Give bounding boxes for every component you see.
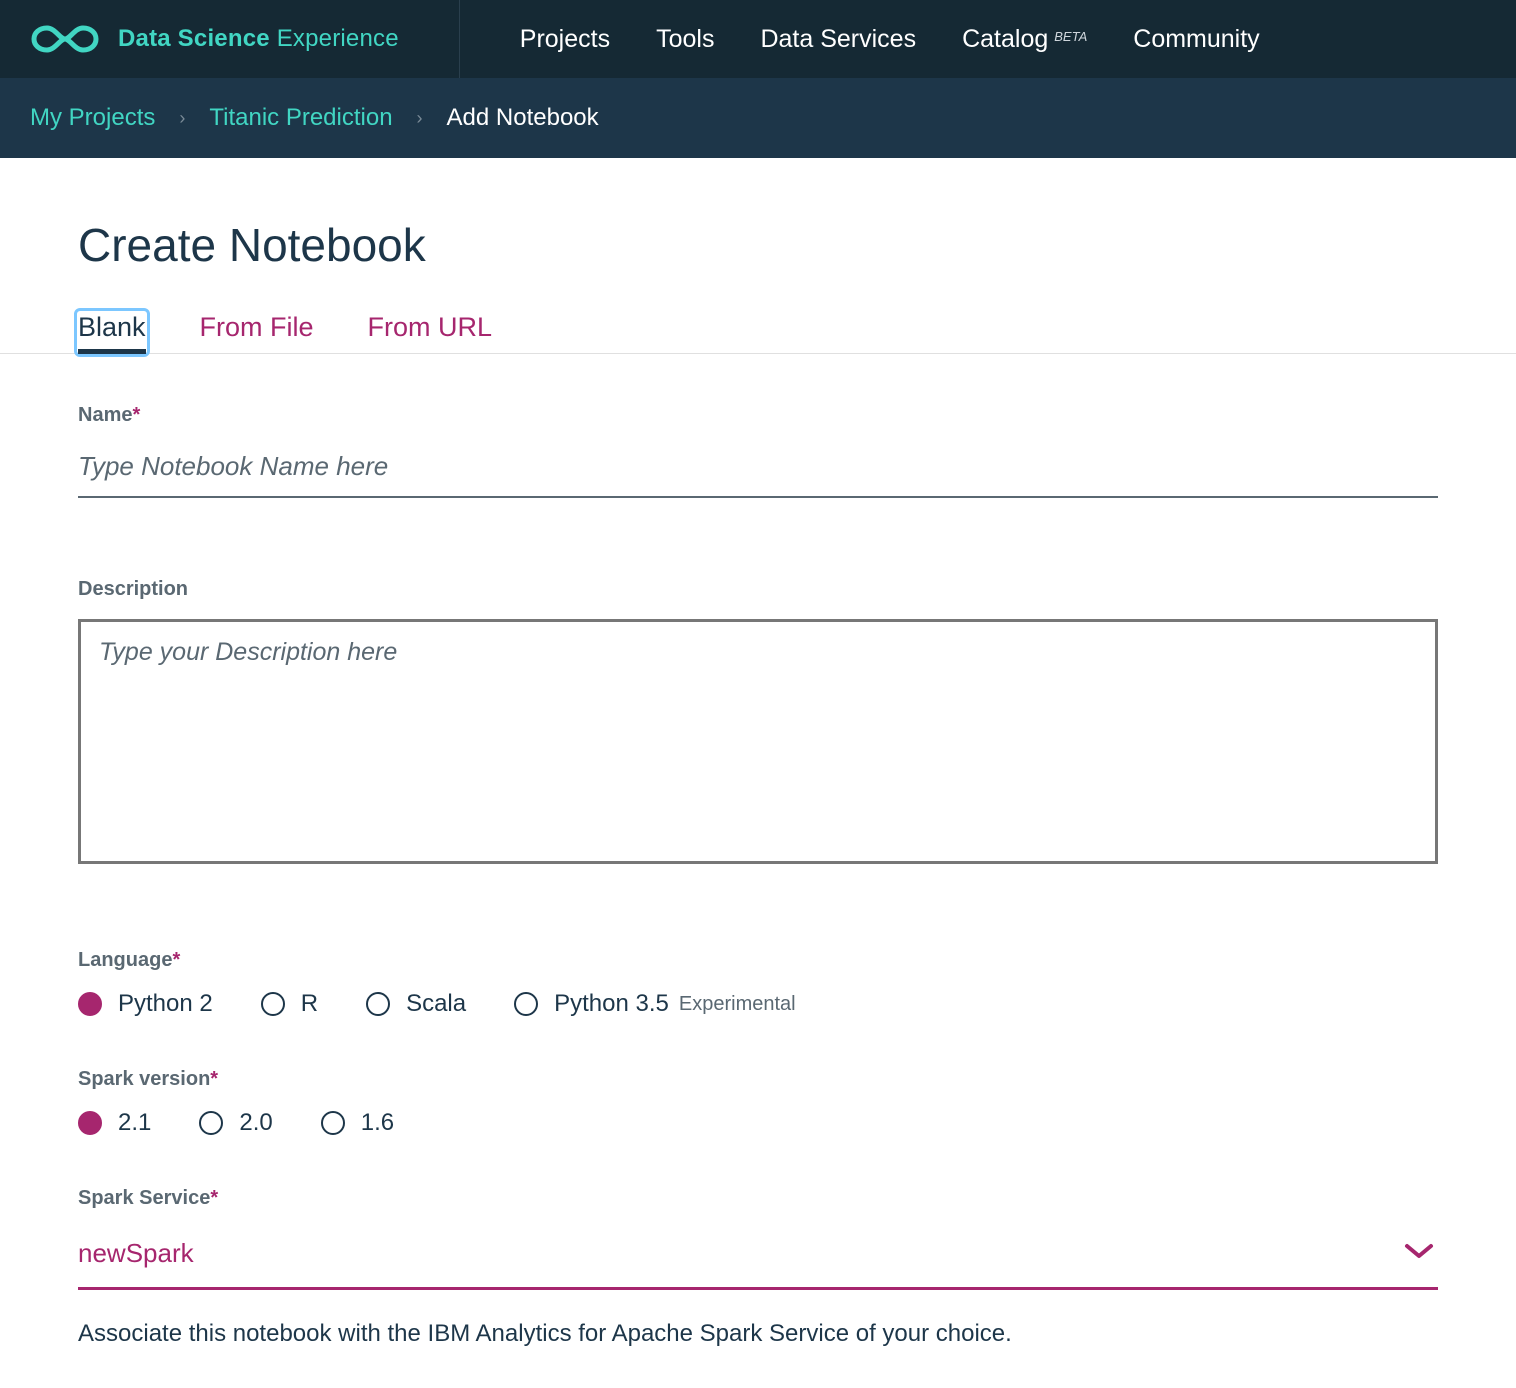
nav-label: Data Services bbox=[760, 25, 916, 54]
crumb-titanic-prediction[interactable]: Titanic Prediction bbox=[209, 104, 392, 132]
radio-icon bbox=[78, 1111, 102, 1135]
tab-from-url[interactable]: From URL bbox=[368, 312, 493, 353]
select-value: newSpark bbox=[78, 1238, 194, 1269]
radio-label: 2.0 bbox=[239, 1109, 272, 1137]
description-label: Description bbox=[78, 578, 1438, 601]
language-field-block: Language* Python 2 R Scala Python 3.5 bbox=[78, 949, 1438, 1018]
radio-label: Python 2 bbox=[118, 990, 213, 1018]
nav-label: Tools bbox=[656, 25, 714, 54]
spark-version-field-block: Spark version* 2.1 2.0 1.6 bbox=[78, 1068, 1438, 1137]
nav-label: Catalog bbox=[962, 25, 1048, 54]
radio-python35[interactable]: Python 3.5 Experimental bbox=[514, 990, 795, 1018]
label-text: Language bbox=[78, 949, 172, 971]
language-radio-group: Python 2 R Scala Python 3.5 Experimental bbox=[78, 990, 1438, 1018]
radio-spark-20[interactable]: 2.0 bbox=[199, 1109, 272, 1137]
spark-version-label: Spark version* bbox=[78, 1068, 1438, 1091]
breadcrumb: My Projects › Titanic Prediction › Add N… bbox=[0, 78, 1516, 158]
radio-icon bbox=[199, 1111, 223, 1135]
brand-light: Experience bbox=[270, 25, 399, 52]
crumb-my-projects[interactable]: My Projects bbox=[30, 104, 155, 132]
required-mark: * bbox=[210, 1068, 218, 1090]
infinity-logo-icon bbox=[30, 22, 100, 56]
description-textarea[interactable] bbox=[78, 619, 1438, 864]
nav-label: Community bbox=[1133, 25, 1259, 54]
radio-label: 2.1 bbox=[118, 1109, 151, 1137]
language-label: Language* bbox=[78, 949, 1438, 972]
create-tabs: Blank From File From URL bbox=[0, 312, 1516, 354]
chevron-down-icon bbox=[1404, 1242, 1434, 1265]
radio-icon bbox=[261, 992, 285, 1016]
nav-community[interactable]: Community bbox=[1133, 25, 1259, 54]
tab-from-file[interactable]: From File bbox=[200, 312, 314, 353]
name-label: Name* bbox=[78, 404, 1438, 427]
crumb-add-notebook: Add Notebook bbox=[447, 104, 599, 132]
experimental-badge: Experimental bbox=[679, 993, 796, 1016]
nav-projects[interactable]: Projects bbox=[520, 25, 610, 54]
chevron-right-icon: › bbox=[179, 108, 185, 129]
name-input[interactable] bbox=[78, 445, 1438, 498]
radio-label: 1.6 bbox=[361, 1109, 394, 1137]
primary-nav: Projects Tools Data Services Catalog BET… bbox=[520, 25, 1260, 54]
radio-spark-21[interactable]: 2.1 bbox=[78, 1109, 151, 1137]
radio-label: Scala bbox=[406, 990, 466, 1018]
brand-bold: Data Science bbox=[118, 25, 270, 52]
radio-r[interactable]: R bbox=[261, 990, 318, 1018]
required-mark: * bbox=[172, 949, 180, 971]
radio-label: R bbox=[301, 990, 318, 1018]
spark-version-radio-group: 2.1 2.0 1.6 bbox=[78, 1109, 1438, 1137]
radio-scala[interactable]: Scala bbox=[366, 990, 466, 1018]
spark-service-helper: Associate this notebook with the IBM Ana… bbox=[78, 1320, 1438, 1348]
brand-area: Data Science Experience bbox=[30, 0, 460, 78]
beta-badge: BETA bbox=[1054, 29, 1087, 44]
radio-icon bbox=[514, 992, 538, 1016]
radio-spark-16[interactable]: 1.6 bbox=[321, 1109, 394, 1137]
radio-icon bbox=[366, 992, 390, 1016]
spark-service-select[interactable]: newSpark bbox=[78, 1228, 1438, 1290]
nav-data-services[interactable]: Data Services bbox=[760, 25, 916, 54]
required-mark: * bbox=[210, 1187, 218, 1209]
radio-icon bbox=[78, 992, 102, 1016]
nav-tools[interactable]: Tools bbox=[656, 25, 714, 54]
tab-blank[interactable]: Blank bbox=[78, 312, 146, 353]
create-form: Name* Description Language* Python 2 R bbox=[78, 354, 1438, 1348]
page-body: Create Notebook Blank From File From URL… bbox=[0, 158, 1516, 1388]
radio-label: Python 3.5 bbox=[554, 990, 669, 1018]
description-field-block: Description bbox=[78, 578, 1438, 869]
nav-label: Projects bbox=[520, 25, 610, 54]
nav-catalog[interactable]: Catalog BETA bbox=[962, 25, 1087, 54]
radio-python2[interactable]: Python 2 bbox=[78, 990, 213, 1018]
chevron-right-icon: › bbox=[417, 108, 423, 129]
brand-text: Data Science Experience bbox=[118, 25, 399, 53]
top-navbar: Data Science Experience Projects Tools D… bbox=[0, 0, 1516, 78]
page-title: Create Notebook bbox=[78, 218, 1438, 272]
name-field-block: Name* bbox=[78, 404, 1438, 498]
label-text: Name bbox=[78, 404, 132, 426]
label-text: Spark version bbox=[78, 1068, 210, 1090]
required-mark: * bbox=[132, 404, 140, 426]
label-text: Spark Service bbox=[78, 1187, 210, 1209]
spark-service-field-block: Spark Service* newSpark Associate this n… bbox=[78, 1187, 1438, 1348]
radio-icon bbox=[321, 1111, 345, 1135]
spark-service-label: Spark Service* bbox=[78, 1187, 1438, 1210]
